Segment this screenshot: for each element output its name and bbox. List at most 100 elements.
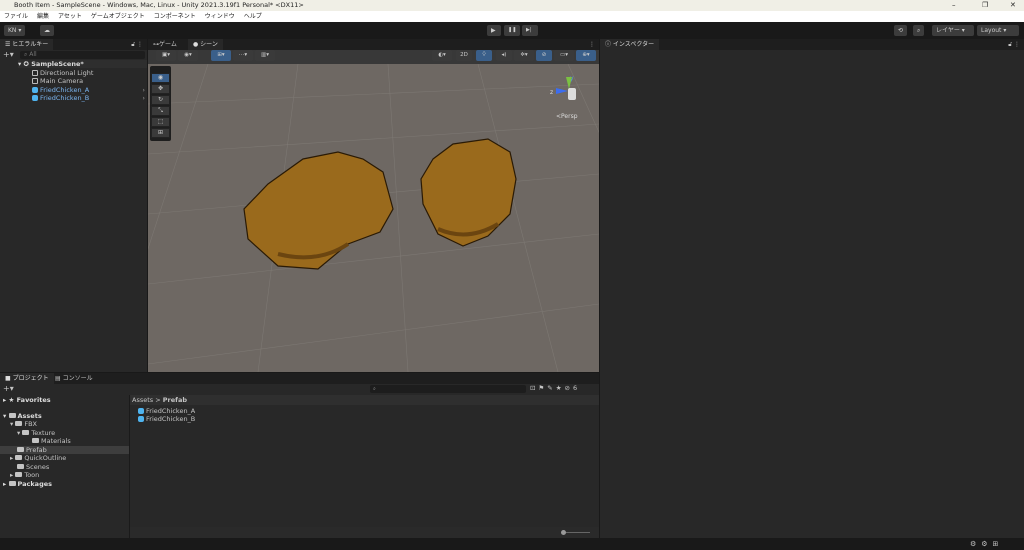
tree-label: Packages bbox=[17, 480, 52, 488]
lock-icon[interactable]: 🔓︎ ⋮ bbox=[131, 39, 143, 50]
shading-button[interactable]: ◐▾ bbox=[432, 50, 452, 61]
add-button[interactable]: +▾ bbox=[3, 50, 14, 59]
tree-item-toon[interactable]: ▸ Toon bbox=[10, 471, 39, 479]
2d-toggle[interactable]: 2D bbox=[456, 50, 472, 61]
status-icons[interactable]: ⚙⚙⊞ bbox=[970, 540, 1003, 548]
zoom-slider[interactable] bbox=[562, 532, 590, 533]
hierarchy-item[interactable]: Main Camera bbox=[32, 77, 83, 85]
effects-button[interactable]: ✲▾ bbox=[514, 50, 534, 61]
draw-mode-button[interactable]: ▣▾ bbox=[156, 50, 176, 61]
item-label: Directional Light bbox=[40, 69, 94, 77]
asset-item[interactable]: FriedChicken_A bbox=[138, 407, 195, 415]
inspector-tab-label: インスペクター bbox=[612, 41, 655, 48]
scene-tabbar: ⊶ゲーム ● シーン ⋮ bbox=[148, 39, 599, 50]
scale-tool-icon[interactable]: ⤡ bbox=[151, 106, 170, 116]
tree-label: Toon bbox=[24, 471, 40, 479]
layers-label: レイヤー bbox=[936, 27, 960, 34]
hierarchy-search-input[interactable]: ⌕ All bbox=[20, 51, 145, 59]
cloud-button[interactable]: ☁ bbox=[40, 25, 54, 36]
gameobject-icon bbox=[32, 78, 38, 84]
favorites-item[interactable]: ▸ ★ Favorites bbox=[3, 396, 51, 404]
lighting-toggle[interactable]: 💡︎ bbox=[476, 50, 492, 61]
grid-snap-button[interactable]: ⊞▾ bbox=[211, 50, 231, 61]
render-button[interactable]: ◉▾ bbox=[178, 50, 198, 61]
tree-item-scenes[interactable]: Scenes bbox=[17, 463, 49, 471]
project-search-input[interactable]: ⌕ bbox=[370, 385, 526, 393]
more-icon[interactable]: ⋮ bbox=[589, 39, 595, 50]
hierarchy-item[interactable]: Directional Light bbox=[32, 69, 93, 77]
pause-button[interactable]: ❚❚ bbox=[504, 25, 520, 36]
tab-label: コンソール bbox=[62, 375, 93, 382]
view-tool-icon[interactable]: ◉ bbox=[151, 73, 170, 83]
tab-game[interactable]: ⊶ゲーム bbox=[148, 39, 182, 50]
scene-root[interactable]: ▾ ✪ SampleScene* bbox=[18, 60, 147, 68]
scene-viewport[interactable] bbox=[148, 64, 599, 372]
tab-hierarchy[interactable]: ☰ ヒエラルキー bbox=[0, 39, 54, 50]
menu-help[interactable]: ヘルプ bbox=[244, 11, 262, 22]
menu-file[interactable]: ファイル bbox=[4, 11, 28, 22]
tree-item-assets[interactable]: ▾ Assets bbox=[3, 412, 42, 420]
inspector-panel: ⓘ インスペクター 🔓︎ ⋮ bbox=[600, 39, 1024, 538]
tab-label: プロジェクト bbox=[12, 375, 49, 382]
tree-item-materials[interactable]: Materials bbox=[32, 437, 71, 445]
tree-label: Materials bbox=[41, 437, 71, 445]
gizmos-button[interactable]: ⊕▾ bbox=[576, 50, 596, 61]
transform-tool-icon[interactable]: ⊞ bbox=[151, 128, 170, 138]
maximize-button[interactable]: ❐ bbox=[982, 0, 988, 11]
layout-dropdown[interactable]: Layout ▾ bbox=[977, 25, 1019, 36]
rect-tool-icon[interactable]: ⬚ bbox=[151, 117, 170, 127]
tab-scene[interactable]: ● シーン bbox=[188, 39, 223, 50]
audio-toggle[interactable]: ◂) bbox=[496, 50, 512, 61]
filter-icons[interactable]: ⊡⚑✎★⊘6 bbox=[530, 384, 580, 392]
hierarchy-item[interactable]: FriedChicken_A › bbox=[32, 86, 147, 94]
tree-item-fbx[interactable]: ▾ FBX bbox=[10, 420, 37, 428]
play-button[interactable]: ▶ bbox=[487, 25, 501, 36]
history-button[interactable]: ⟲ bbox=[894, 25, 908, 36]
camera-button[interactable]: ▭▾ bbox=[554, 50, 574, 61]
layers-dropdown[interactable]: レイヤー ▾ bbox=[932, 25, 974, 36]
scene-panel: ⊶ゲーム ● シーン ⋮ y z <Persp bbox=[148, 39, 599, 372]
account-button[interactable]: KN ▾ bbox=[4, 25, 26, 36]
prefab-icon bbox=[32, 87, 38, 93]
title-bar: Booth Item - SampleScene - Windows, Mac,… bbox=[0, 0, 1024, 11]
project-tree: ▸ ★ Favorites ▾ Assets ▾ FBX ▾ Texture M… bbox=[0, 395, 129, 538]
add-button[interactable]: +▾ bbox=[3, 384, 14, 393]
tab-project[interactable]: ■ プロジェクト bbox=[0, 373, 54, 384]
menu-edit[interactable]: 編集 bbox=[37, 11, 49, 22]
hierarchy-item[interactable]: FriedChicken_B › bbox=[32, 94, 147, 102]
breadcrumb-assets[interactable]: Assets bbox=[132, 396, 153, 404]
zoom-slider-handle[interactable] bbox=[561, 530, 566, 535]
align-button[interactable]: ▥▾ bbox=[255, 50, 275, 61]
lock-icon[interactable]: 🔓︎ ⋮ bbox=[1008, 39, 1020, 50]
menu-component[interactable]: コンポーネント bbox=[154, 11, 196, 22]
close-button[interactable]: ✕ bbox=[1010, 0, 1016, 11]
minimize-button[interactable]: – bbox=[952, 0, 956, 11]
favorites-label: Favorites bbox=[16, 396, 51, 404]
breadcrumb-prefab[interactable]: Prefab bbox=[163, 396, 187, 404]
orientation-gizmo[interactable] bbox=[556, 77, 584, 105]
tree-item-packages[interactable]: ▸ Packages bbox=[3, 480, 52, 488]
menu-gameobject[interactable]: ゲームオブジェクト bbox=[91, 11, 145, 22]
hidden-toggle[interactable]: ⊘ bbox=[536, 50, 552, 61]
increment-snap-button[interactable]: ⋯▾ bbox=[233, 50, 253, 61]
perspective-label[interactable]: <Persp bbox=[556, 113, 578, 120]
move-tool-icon[interactable]: ✥ bbox=[151, 84, 170, 94]
tree-label: Texture bbox=[31, 429, 56, 437]
asset-item[interactable]: FriedChicken_B bbox=[138, 415, 195, 423]
tree-item-quickoutline[interactable]: ▸ QuickOutline bbox=[10, 454, 66, 462]
tab-inspector[interactable]: ⓘ インスペクター bbox=[600, 39, 660, 50]
tree-item-texture[interactable]: ▾ Texture bbox=[17, 429, 55, 437]
fried-chicken-b bbox=[420, 138, 517, 247]
search-button[interactable]: ⌕ bbox=[913, 25, 925, 36]
inspector-tabbar: ⓘ インスペクター 🔓︎ ⋮ bbox=[600, 39, 1024, 50]
step-button[interactable]: ▶| bbox=[522, 25, 538, 36]
tab-console[interactable]: ▤ コンソール bbox=[50, 373, 98, 384]
tab-label: シーン bbox=[200, 41, 218, 48]
menu-assets[interactable]: アセット bbox=[58, 11, 82, 22]
tree-item-prefab[interactable]: Prefab bbox=[0, 446, 129, 454]
layout-label: Layout bbox=[981, 27, 1002, 34]
menu-window[interactable]: ウィンドウ bbox=[205, 11, 235, 22]
rotate-tool-icon[interactable]: ↻ bbox=[151, 95, 170, 105]
status-bar: ⚙⚙⊞ bbox=[0, 538, 1024, 550]
tree-label: Scenes bbox=[26, 463, 50, 471]
